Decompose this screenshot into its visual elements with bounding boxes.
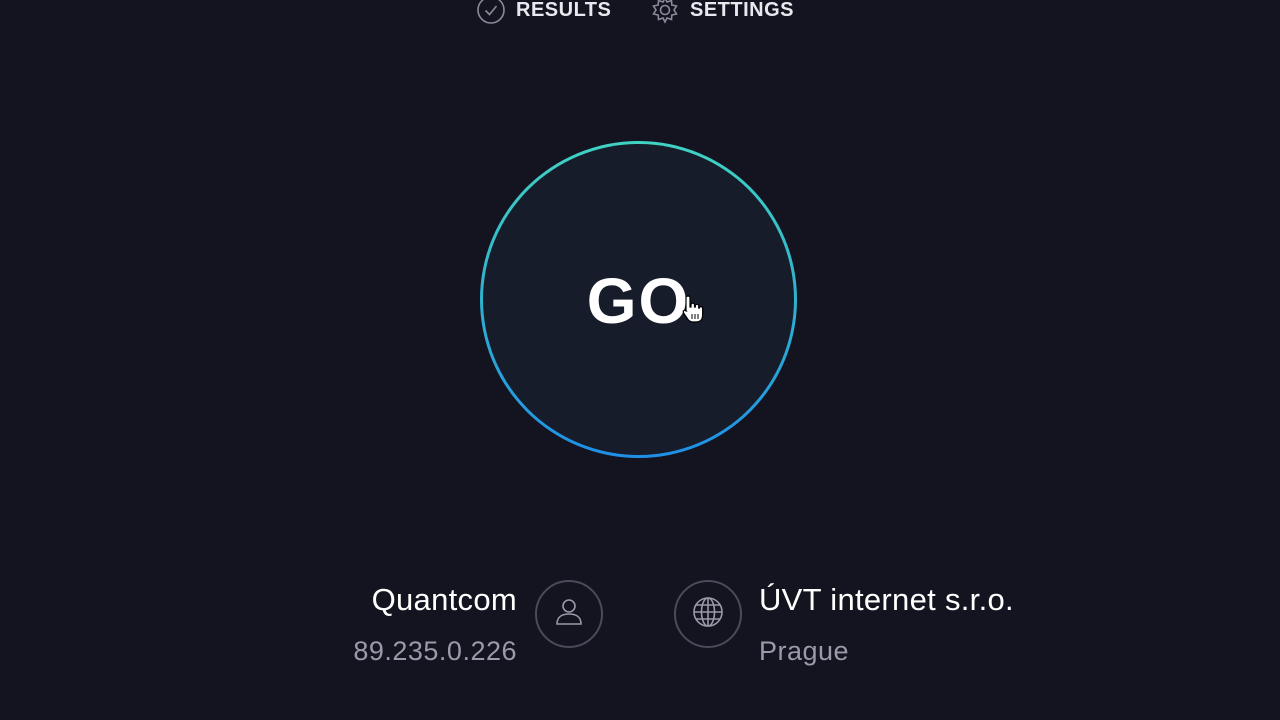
ip-address: 89.235.0.226	[353, 636, 517, 666]
server-name[interactable]: ÚVT internet s.r.o.	[759, 578, 1014, 622]
gear-icon	[650, 0, 680, 25]
settings-label: SETTINGS	[690, 0, 795, 21]
isp-info: Quantcom 89.235.0.226	[353, 578, 517, 671]
speedtest-page: RESULTS SETTINGS GO Quantcom 89.235.0.22…	[0, 0, 1280, 720]
globe-icon	[691, 595, 725, 634]
server-info: ÚVT internet s.r.o. Prague	[759, 578, 1014, 671]
go-button[interactable]: GO	[480, 141, 797, 458]
go-label: GO	[586, 264, 691, 337]
check-circle-icon	[476, 0, 506, 25]
results-nav-link[interactable]: RESULTS	[476, 0, 611, 24]
user-icon-badge	[535, 580, 603, 648]
go-button-inner: GO	[483, 144, 794, 455]
results-label: RESULTS	[516, 0, 612, 21]
server-globe-button[interactable]	[674, 580, 742, 648]
server-location: Prague	[759, 636, 850, 666]
user-icon	[552, 595, 586, 634]
hand-pointer-cursor-icon	[681, 294, 705, 324]
isp-name: Quantcom	[371, 582, 517, 617]
settings-nav-link[interactable]: SETTINGS	[650, 0, 794, 24]
